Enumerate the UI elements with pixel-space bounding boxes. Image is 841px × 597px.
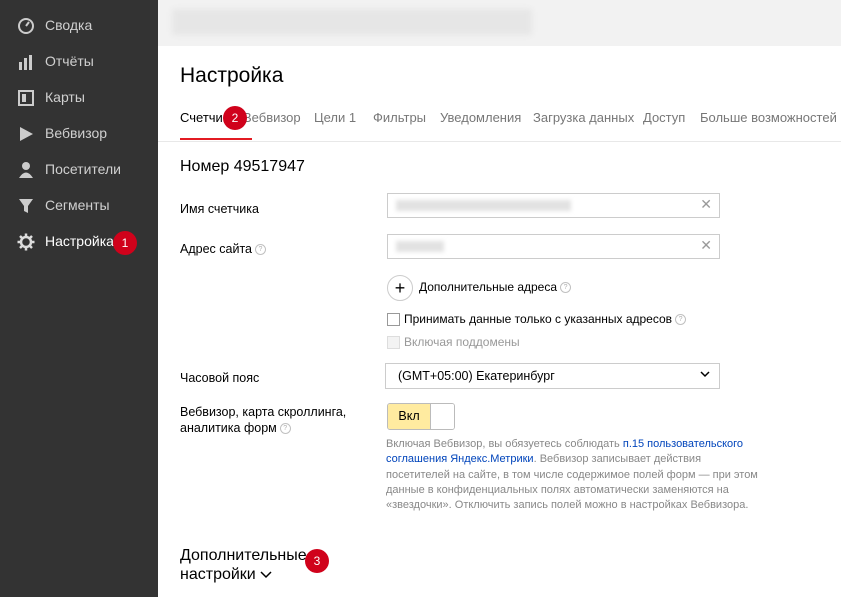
sidebar-item-label: Сегменты: [45, 197, 110, 213]
sidebar-item-reports[interactable]: Отчёты: [0, 44, 158, 80]
sidebar-item-label: Посетители: [45, 161, 121, 177]
toggle-on-label: Вкл: [388, 404, 430, 429]
clear-icon[interactable]: ✕: [700, 196, 712, 213]
blurred-header: [172, 9, 532, 35]
annotation-badge-1: 1: [113, 231, 137, 255]
sidebar-item-label: Сводка: [45, 17, 93, 33]
tabs-divider: [158, 141, 841, 142]
sidebar-item-label: Карты: [45, 89, 85, 105]
sidebar-item-webvisor[interactable]: Вебвизор: [0, 116, 158, 152]
site-address-input[interactable]: ✕: [387, 234, 720, 259]
help-icon[interactable]: ?: [675, 314, 687, 326]
clear-icon[interactable]: ✕: [700, 237, 712, 254]
tab-access[interactable]: Доступ: [643, 110, 685, 125]
webvisor-note: Включая Вебвизор, вы обязуетесь соблюдат…: [386, 438, 758, 512]
sidebar-item-label: Отчёты: [45, 53, 94, 69]
help-icon[interactable]: ?: [254, 244, 266, 256]
chevron-down-icon: [700, 371, 710, 378]
person-icon: [19, 162, 33, 178]
page-title: Настройка: [180, 64, 284, 87]
chevron-down-icon: [260, 571, 272, 579]
gear-icon: [17, 233, 35, 251]
site-address-label: Адрес сайта?: [180, 241, 266, 257]
tab-notifications[interactable]: Уведомления: [440, 110, 521, 125]
only-listed-checkbox[interactable]: [387, 313, 400, 326]
only-listed-label: Принимать данные только с указанных адре…: [404, 312, 687, 326]
timezone-select[interactable]: (GMT+05:00) Екатеринбург: [385, 363, 720, 389]
blurred-value: [396, 241, 444, 252]
add-address-button[interactable]: +: [387, 275, 413, 301]
webvisor-label: Вебвизор, карта скроллинга, аналитика фо…: [180, 405, 347, 435]
plus-icon: +: [394, 278, 406, 298]
sidebar-item-label: Настройка: [45, 233, 114, 249]
sidebar-item-label: Вебвизор: [45, 125, 108, 141]
sidebar-item-summary[interactable]: Сводка: [0, 8, 158, 44]
toggle-knob: [430, 404, 454, 429]
counter-number: Номер 49517947: [180, 158, 305, 175]
help-icon[interactable]: ?: [560, 282, 572, 294]
play-icon: [20, 127, 33, 141]
subdomains-label: Включая поддомены: [404, 335, 520, 349]
blurred-value: [396, 200, 571, 211]
webvisor-toggle[interactable]: Вкл: [387, 403, 455, 430]
annotation-badge-2: 2: [223, 106, 247, 130]
timezone-value: (GMT+05:00) Екатеринбург: [398, 369, 555, 383]
filter-icon: [19, 199, 33, 213]
sidebar-item-maps[interactable]: Карты: [0, 80, 158, 116]
tab-data-upload[interactable]: Загрузка данных: [533, 110, 634, 125]
tab-filters[interactable]: Фильтры: [373, 110, 426, 125]
more-settings-toggle[interactable]: Дополнительные настройки: [180, 546, 307, 584]
sidebar-item-visitors[interactable]: Посетители: [0, 152, 158, 188]
sidebar-item-segments[interactable]: Сегменты: [0, 188, 158, 224]
map-icon: [18, 90, 34, 106]
gauge-icon: [18, 18, 34, 34]
counter-name-label: Имя счетчика: [180, 202, 259, 216]
tab-counter[interactable]: Счетчик: [180, 110, 229, 125]
annotation-badge-3: 3: [305, 549, 329, 573]
counter-name-input[interactable]: ✕: [387, 193, 720, 218]
extra-addresses-label[interactable]: Дополнительные адреса?: [419, 280, 572, 294]
tab-goals[interactable]: Цели 1: [314, 110, 356, 125]
active-tab-indicator: [180, 138, 252, 140]
bar-chart-icon: [19, 55, 32, 70]
timezone-label: Часовой пояс: [180, 371, 260, 385]
help-icon[interactable]: ?: [279, 423, 291, 435]
subdomains-checkbox[interactable]: [387, 336, 400, 349]
sidebar: Сводка Отчёты Карты Вебвизор Посетители …: [0, 0, 158, 597]
tab-more-features[interactable]: Больше возможностей: [700, 110, 837, 125]
tab-webvisor[interactable]: Вебвизор: [243, 110, 301, 125]
